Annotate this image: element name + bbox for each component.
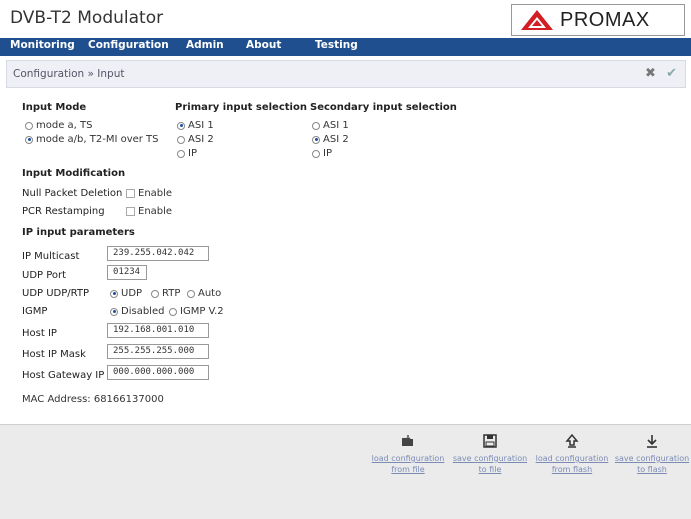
primary-input-heading: Primary input selection (175, 102, 307, 113)
cancel-icon[interactable]: ✖ (645, 66, 656, 81)
secondary-asi1[interactable]: ASI 1 (312, 120, 349, 131)
save-flash-icon (614, 433, 690, 449)
radio-selected-icon[interactable] (177, 121, 185, 130)
radio-icon[interactable] (312, 121, 320, 130)
radio-selected-icon[interactable] (25, 135, 33, 144)
brand-logo: PROMAX (511, 4, 685, 36)
radio-icon[interactable] (25, 121, 33, 130)
brand-name: PROMAX (560, 8, 650, 31)
host-ip-label: Host IP (22, 328, 57, 339)
radio-icon[interactable] (187, 289, 195, 298)
main-menu: Monitoring Configuration Admin About Tes… (0, 38, 691, 56)
ip-multicast-label: IP Multicast (22, 251, 80, 262)
input-config-form: Input Mode mode a, TS mode a/b, T2-MI ov… (0, 90, 691, 420)
apply-icon[interactable]: ✔ (666, 66, 677, 81)
ip-params-heading: IP input parameters (22, 227, 135, 238)
secondary-ip[interactable]: IP (312, 148, 332, 159)
checkbox-icon[interactable] (126, 189, 135, 198)
host-gateway-field[interactable]: 000.000.000.000 (107, 365, 209, 380)
ip-multicast-field[interactable]: 239.255.042.042 (107, 246, 209, 261)
radio-icon[interactable] (151, 289, 159, 298)
header: DVB-T2 Modulator PROMAX (0, 0, 691, 38)
udp-port-field[interactable]: 01234 (107, 265, 147, 280)
host-gateway-label: Host Gateway IP (22, 370, 105, 381)
breadcrumb-bar: Configuration » Input ✖ ✔ (6, 60, 686, 88)
menu-about[interactable]: About (246, 39, 281, 51)
igmp-label: IGMP (22, 306, 48, 317)
checkbox-icon[interactable] (126, 207, 135, 216)
host-mask-label: Host IP Mask (22, 349, 86, 360)
null-packet-label: Null Packet Deletion (22, 188, 123, 199)
mac-address: MAC Address: 68166137000 (22, 394, 164, 405)
load-config-file-button[interactable]: load configuration from file (370, 433, 446, 475)
breadcrumb: Configuration » Input (13, 68, 125, 80)
radio-icon[interactable] (312, 149, 320, 158)
menu-testing[interactable]: Testing (315, 39, 358, 51)
udp-rtp-udp[interactable]: UDP (110, 288, 142, 299)
primary-asi1[interactable]: ASI 1 (177, 120, 214, 131)
footer-toolbar: load configuration from file save config… (0, 424, 691, 519)
load-config-flash-button[interactable]: load configuration from flash (534, 433, 610, 475)
primary-ip[interactable]: IP (177, 148, 197, 159)
save-config-flash-button[interactable]: save configuration to flash (614, 433, 690, 475)
radio-icon[interactable] (177, 135, 185, 144)
host-mask-field[interactable]: 255.255.255.000 (107, 344, 209, 359)
input-mode-option-a[interactable]: mode a, TS (25, 120, 92, 131)
secondary-input-heading: Secondary input selection (310, 102, 457, 113)
pcr-restamping-label: PCR Restamping (22, 206, 105, 217)
radio-icon[interactable] (169, 307, 177, 316)
udp-rtp-auto[interactable]: Auto (187, 288, 221, 299)
save-config-file-button[interactable]: save configuration to file (452, 433, 528, 475)
load-file-icon (370, 433, 446, 449)
igmp-v2[interactable]: IGMP V.2 (169, 306, 224, 317)
load-flash-icon (534, 433, 610, 449)
null-packet-enable[interactable]: Enable (126, 188, 172, 199)
input-mode-heading: Input Mode (22, 102, 87, 113)
pcr-restamping-enable[interactable]: Enable (126, 206, 172, 217)
primary-asi2[interactable]: ASI 2 (177, 134, 214, 145)
menu-monitoring[interactable]: Monitoring (10, 39, 75, 51)
radio-selected-icon[interactable] (110, 307, 118, 316)
radio-selected-icon[interactable] (312, 135, 320, 144)
udp-rtp-label: UDP UDP/RTP (22, 288, 90, 299)
radio-selected-icon[interactable] (110, 289, 118, 298)
save-file-icon (452, 433, 528, 449)
udp-port-label: UDP Port (22, 270, 67, 281)
menu-admin[interactable]: Admin (186, 39, 224, 51)
input-modification-heading: Input Modification (22, 168, 126, 179)
app-title: DVB-T2 Modulator (10, 8, 164, 28)
igmp-disabled[interactable]: Disabled (110, 306, 164, 317)
input-mode-option-ab[interactable]: mode a/b, T2-MI over TS (25, 134, 159, 145)
udp-rtp-rtp[interactable]: RTP (151, 288, 180, 299)
menu-configuration[interactable]: Configuration (88, 39, 169, 51)
promax-logo-icon (521, 10, 553, 30)
radio-icon[interactable] (177, 149, 185, 158)
host-ip-field[interactable]: 192.168.001.010 (107, 323, 209, 338)
secondary-asi2[interactable]: ASI 2 (312, 134, 349, 145)
form-actions: ✖ ✔ (639, 66, 677, 81)
